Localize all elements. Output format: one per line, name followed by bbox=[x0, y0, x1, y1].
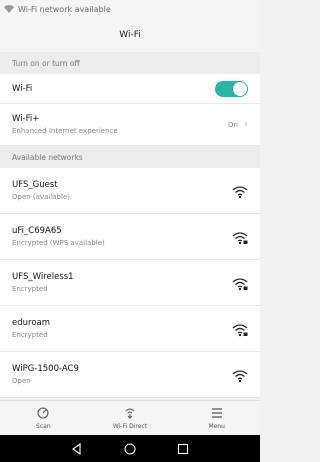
wifi-plus-label: Wi-Fi+ bbox=[12, 114, 40, 124]
wifi-icon bbox=[4, 5, 14, 13]
network-name: eduroam bbox=[12, 318, 51, 328]
scan-label: Scan bbox=[36, 423, 51, 430]
network-status: Encrypted bbox=[12, 331, 48, 339]
status-bar: Wi-Fi network available bbox=[0, 0, 260, 18]
page-title-bar: Wi-Fi bbox=[0, 18, 260, 52]
home-icon[interactable] bbox=[123, 442, 137, 456]
wifi-toggle-text: Wi-Fi bbox=[12, 84, 215, 94]
network-status: Encrypted bbox=[12, 285, 48, 293]
wifi-direct-button[interactable]: Wi-Fi Direct bbox=[87, 401, 174, 435]
network-row[interactable]: UFS_Guest Open (available) bbox=[0, 168, 260, 214]
scan-icon bbox=[37, 407, 49, 419]
wifi-toggle-label: Wi-Fi bbox=[12, 83, 33, 94]
wifi-signal-icon bbox=[232, 368, 248, 382]
section-header-label: Available networks bbox=[12, 152, 83, 162]
toggle-knob bbox=[233, 81, 247, 96]
wifi-locked-signal-icon bbox=[232, 230, 248, 244]
network-text: WiPG-1500-AC9 Open bbox=[12, 364, 232, 385]
status-notification: Wi-Fi network available bbox=[18, 4, 111, 14]
network-name: uFi_C69A65 bbox=[12, 226, 62, 236]
network-text: eduroam Encrypted bbox=[12, 318, 232, 339]
section-header-networks: Available networks bbox=[0, 146, 260, 168]
network-status: Open bbox=[12, 377, 31, 385]
wifi-direct-icon bbox=[125, 408, 135, 419]
menu-icon bbox=[211, 408, 222, 418]
network-name: UFS_Wireless1 bbox=[12, 272, 74, 282]
network-row[interactable]: uFi_C69A65 Encrypted (WPS available) bbox=[0, 214, 260, 260]
wifi-toggle-switch[interactable] bbox=[215, 80, 248, 97]
back-icon[interactable] bbox=[70, 442, 84, 456]
network-row[interactable]: WiPG-1500-AC9 Open bbox=[0, 352, 260, 398]
wifi-signal-icon bbox=[232, 184, 248, 198]
section-header-label: Turn on or turn off bbox=[12, 58, 80, 68]
wifi-locked-signal-icon bbox=[232, 276, 248, 290]
bottom-nav: Scan Wi-Fi Direct Menu bbox=[0, 400, 260, 435]
network-status: Encrypted (WPS available) bbox=[12, 239, 105, 247]
network-text: UFS_Guest Open (available) bbox=[12, 180, 232, 201]
network-text: uFi_C69A65 Encrypted (WPS available) bbox=[12, 226, 232, 247]
section-header-toggle: Turn on or turn off bbox=[0, 52, 260, 74]
recents-icon[interactable] bbox=[176, 442, 190, 456]
system-nav-bar bbox=[0, 435, 260, 462]
wifi-direct-label: Wi-Fi Direct bbox=[112, 423, 148, 430]
network-list: UFS_Guest Open (available) uFi_C69A65 Encry… bbox=[0, 168, 260, 398]
menu-button[interactable]: Menu bbox=[173, 401, 260, 435]
page-title: Wi-Fi bbox=[119, 30, 141, 40]
wifi-plus-subtitle: Enhanced Internet experience bbox=[12, 127, 118, 135]
network-status: Open (available) bbox=[12, 193, 70, 201]
wifi-plus-text: Wi-Fi+ Enhanced Internet experience bbox=[12, 114, 228, 135]
scan-button[interactable]: Scan bbox=[0, 401, 87, 435]
wifi-toggle-row[interactable]: Wi-Fi bbox=[0, 74, 260, 104]
wifi-plus-state: On bbox=[228, 120, 238, 129]
network-row[interactable]: UFS_Wireless1 Encrypted bbox=[0, 260, 260, 306]
network-row[interactable]: eduroam Encrypted bbox=[0, 306, 260, 352]
wifi-locked-signal-icon bbox=[232, 322, 248, 336]
menu-label: Menu bbox=[208, 423, 225, 430]
network-name: WiPG-1500-AC9 bbox=[12, 364, 79, 374]
network-text: UFS_Wireless1 Encrypted bbox=[12, 272, 232, 293]
chevron-right-icon: › bbox=[244, 119, 248, 130]
wifi-plus-row[interactable]: Wi-Fi+ Enhanced Internet experience On › bbox=[0, 104, 260, 146]
network-name: UFS_Guest bbox=[12, 180, 58, 190]
